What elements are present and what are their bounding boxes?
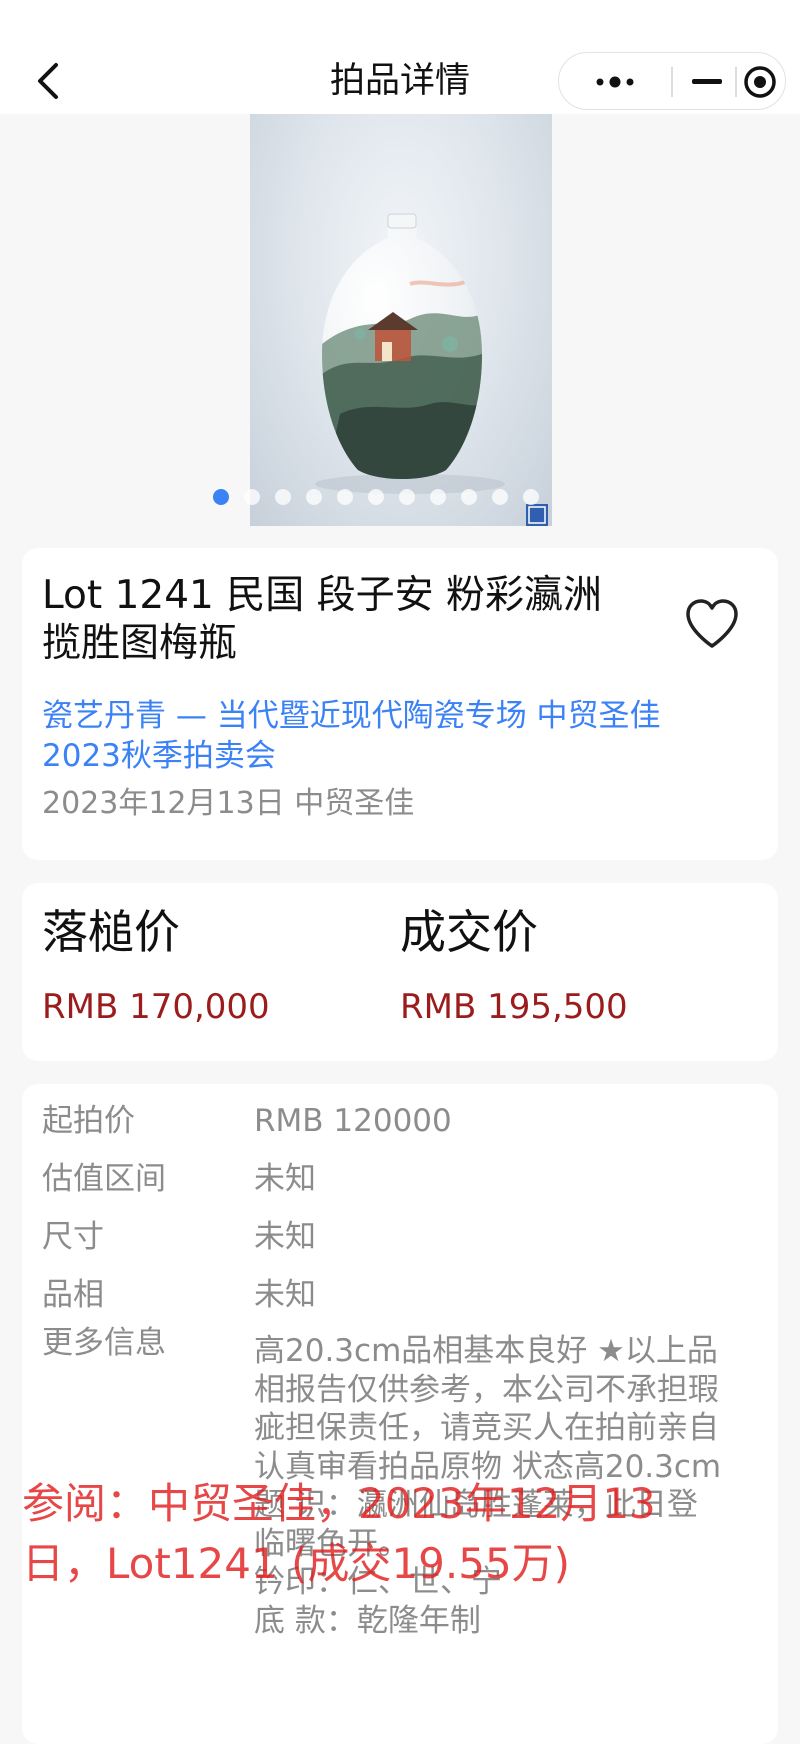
detail-key: 品相	[42, 1277, 104, 1313]
pagination-dot[interactable]	[306, 489, 322, 505]
price-card: 落槌价 RMB 170,000 成交价 RMB 195,500	[22, 883, 778, 1061]
pagination-dot[interactable]	[368, 489, 384, 505]
pagination-dot[interactable]	[461, 489, 477, 505]
more-info-line: 临曙色开。	[254, 1525, 409, 1562]
deal-price: 成交价 RMB 195,500	[400, 903, 628, 1029]
pagination-dot[interactable]	[430, 489, 446, 505]
hammer-price: 落槌价 RMB 170,000	[42, 903, 270, 1029]
target-close-icon	[744, 66, 776, 98]
minus-icon	[692, 79, 722, 84]
deal-price-label: 成交价	[400, 905, 538, 959]
more-dots-icon	[596, 76, 634, 88]
chevron-left-icon	[38, 63, 58, 99]
more-button[interactable]	[569, 59, 661, 105]
pagination-dot[interactable]	[213, 489, 229, 505]
minimize-button[interactable]	[679, 59, 735, 105]
pagination-dot[interactable]	[337, 489, 353, 505]
close-button[interactable]	[737, 59, 783, 105]
hammer-price-value: RMB 170,000	[42, 987, 270, 1027]
detail-key: 更多信息	[42, 1325, 166, 1361]
pagination-dot[interactable]	[244, 489, 260, 505]
pagination-dot[interactable]	[492, 489, 508, 505]
pagination-dot[interactable]	[523, 489, 539, 505]
more-info-line: 认真审看拍品原物 状态高20.3cm	[254, 1448, 722, 1485]
back-button[interactable]	[24, 56, 74, 106]
detail-key: 起拍价	[42, 1103, 135, 1139]
more-info-text: 高20.3cm品相基本良好 ★以上品 相报告仅供参考，本公司不承担瑕 疵担保责任…	[254, 1332, 754, 1640]
lot-info-card: Lot 1241 民国 段子安 粉彩瀛洲 揽胜图梅瓶 瓷艺丹青 — 当代暨近现代…	[22, 548, 778, 860]
auction-date-house: 2023年12月13日 中贸圣佳	[42, 786, 415, 821]
auction-line: 2023秋季拍卖会	[42, 738, 276, 774]
mini-program-capsule	[558, 52, 786, 110]
detail-value: 未知	[254, 1161, 316, 1197]
detail-key: 尺寸	[42, 1219, 104, 1255]
more-info-line: 高20.3cm品相基本良好 ★以上品	[254, 1333, 718, 1369]
heart-outline-icon	[686, 599, 738, 648]
deal-price-value: RMB 195,500	[400, 987, 628, 1027]
pagination-dot[interactable]	[275, 489, 291, 505]
status-bar	[0, 0, 800, 48]
details-card: 起拍价 RMB 120000 估值区间 未知 尺寸 未知 品相 未知 更多信息 …	[22, 1084, 778, 1744]
more-info-line: 底 款：乾隆年制	[254, 1602, 481, 1639]
gallery-pagination	[213, 489, 539, 509]
auction-session-link[interactable]: 瓷艺丹青 — 当代暨近现代陶瓷专场 中贸圣佳 2023秋季拍卖会	[42, 696, 742, 776]
lot-title: Lot 1241 民国 段子安 粉彩瀛洲 揽胜图梅瓶	[42, 572, 652, 668]
favorite-button[interactable]	[682, 596, 742, 652]
more-info-line: 题 识：瀛洲仙岛胜蓬莱，此日登	[254, 1487, 698, 1523]
nav-bar: 拍品详情	[0, 48, 800, 114]
detail-value: 未知	[254, 1219, 316, 1255]
more-info-line: 相报告仅供参考，本公司不承担瑕	[254, 1371, 719, 1408]
more-info-line: 钤印：仁、世、宁	[254, 1564, 502, 1600]
lot-image[interactable]	[250, 114, 552, 526]
more-info-line: 疵担保责任，请竞买人在拍前亲自	[254, 1410, 719, 1446]
detail-key: 估值区间	[42, 1161, 166, 1197]
detail-value: RMB 120000	[254, 1103, 452, 1139]
pagination-dot[interactable]	[399, 489, 415, 505]
lot-title-line: Lot 1241 民国 段子安 粉彩瀛洲	[42, 573, 603, 618]
hammer-price-label: 落槌价	[42, 905, 180, 959]
vase-photo	[315, 213, 548, 526]
auction-line: 瓷艺丹青 — 当代暨近现代陶瓷专场 中贸圣佳	[42, 698, 661, 734]
detail-value: 未知	[254, 1277, 316, 1313]
lot-title-line: 揽胜图梅瓶	[42, 621, 238, 666]
capsule-divider	[671, 67, 673, 97]
